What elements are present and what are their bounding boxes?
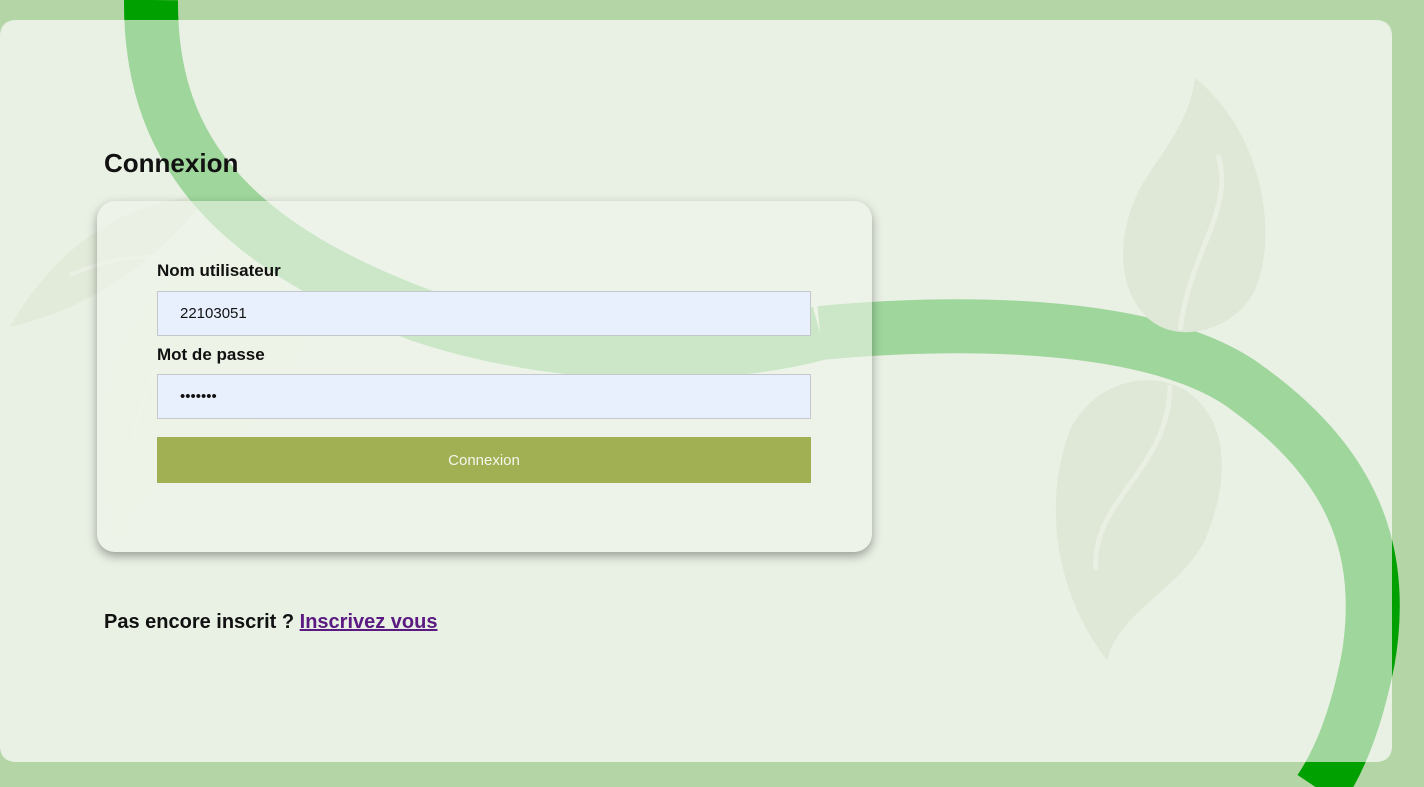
username-input[interactable] bbox=[157, 291, 811, 336]
page: Connexion Nom utilisateur Mot de passe C… bbox=[0, 0, 1424, 787]
password-label: Mot de passe bbox=[157, 345, 265, 364]
login-form-card: Nom utilisateur Mot de passe Connexion bbox=[97, 201, 872, 552]
page-title: Connexion bbox=[104, 148, 239, 178]
login-submit-button[interactable]: Connexion bbox=[157, 437, 811, 483]
password-input[interactable] bbox=[157, 374, 811, 419]
username-label: Nom utilisateur bbox=[157, 261, 281, 280]
signup-prompt-line: Pas encore inscrit ? Inscrivez vous bbox=[104, 611, 437, 634]
signup-link[interactable]: Inscrivez vous bbox=[300, 611, 438, 633]
signup-prompt-text: Pas encore inscrit ? bbox=[104, 611, 295, 633]
